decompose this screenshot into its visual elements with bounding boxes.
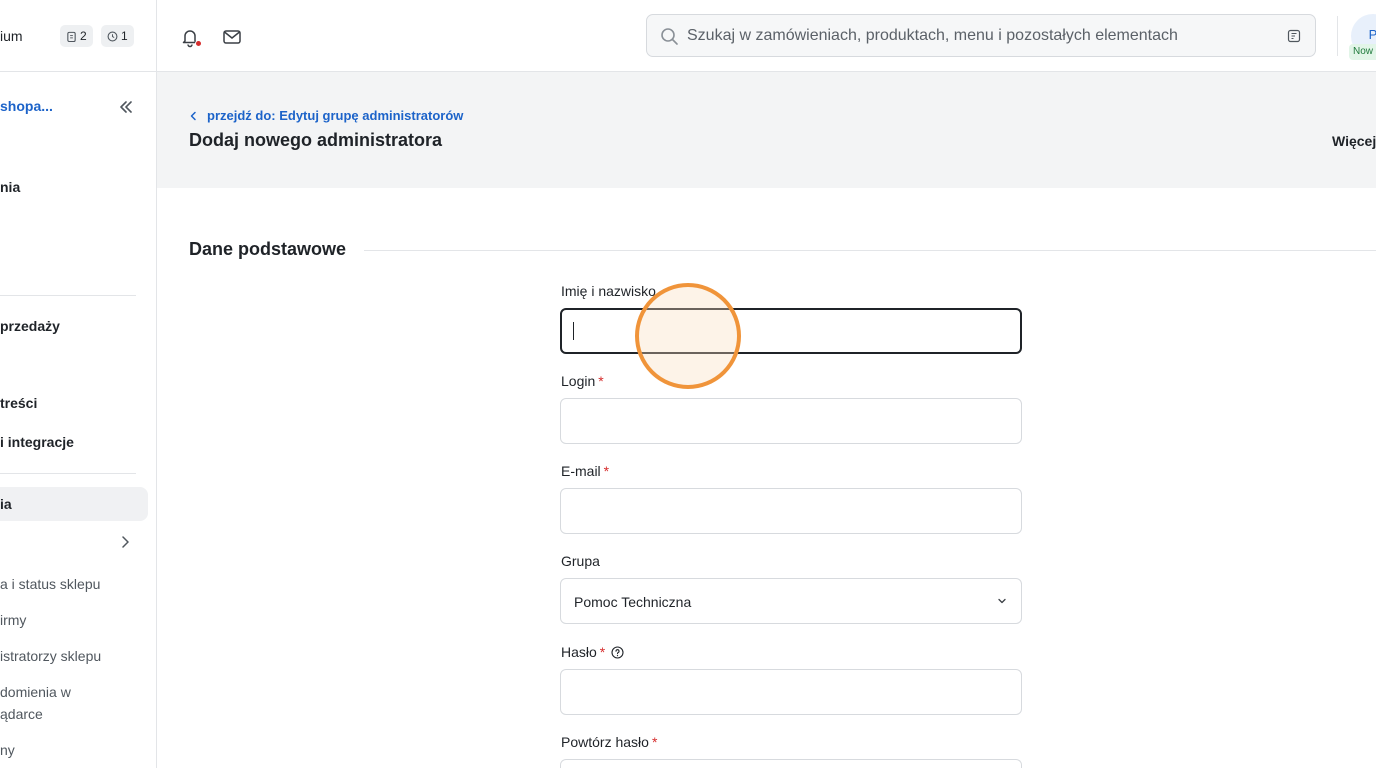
login-label-text: Login: [561, 373, 596, 389]
sidebar-item-3[interactable]: treści: [0, 395, 37, 411]
sidebar-subitem-company[interactable]: irmy: [0, 609, 26, 631]
pending-badge[interactable]: 1: [101, 25, 134, 47]
sidebar-subitem-administrators[interactable]: istratorzy sklepu: [0, 645, 101, 667]
chevron-right-icon[interactable]: [119, 535, 131, 549]
sidebar-subitem-last[interactable]: ny: [0, 739, 15, 761]
password-label-text: Hasło: [561, 644, 597, 660]
required-mark: *: [599, 644, 606, 660]
sidebar-item-2[interactable]: przedaży: [0, 318, 60, 334]
clipboard-icon: [67, 31, 76, 42]
search-icon: [661, 28, 678, 45]
keyboard-shortcut-icon: [1287, 29, 1301, 43]
password-input[interactable]: [561, 670, 1021, 714]
section-title: Dane podstawowe: [189, 239, 347, 259]
sidebar-subitem-notifications-cont[interactable]: ądarce: [0, 703, 43, 725]
sidebar: ium 2 1 shopa... nia przedaży treści i i…: [0, 0, 157, 768]
back-link[interactable]: przejdź do: Edytuj grupę administratorów: [189, 108, 463, 123]
email-field[interactable]: [560, 488, 1022, 534]
new-badge: Now: [1349, 44, 1376, 60]
page-header: przejdź do: Edytuj grupę administratorów…: [157, 72, 1376, 188]
tasks-count: 2: [80, 29, 87, 43]
sidebar-item-settings[interactable]: ia: [0, 496, 12, 512]
login-input[interactable]: [561, 399, 1021, 443]
login-field[interactable]: [560, 398, 1022, 444]
email-input[interactable]: [561, 489, 1021, 533]
sidebar-divider: [0, 295, 136, 296]
name-input[interactable]: [562, 310, 1020, 352]
shop-name-link[interactable]: shopa...: [0, 98, 53, 114]
repeat-password-label-text: Powtórz hasło: [561, 734, 649, 750]
password-label: Hasło *: [561, 644, 624, 660]
group-select[interactable]: Pomoc Techniczna: [560, 578, 1022, 624]
required-mark: *: [651, 734, 658, 750]
group-select-value: Pomoc Techniczna: [574, 594, 692, 610]
sidebar-header: ium 2 1: [0, 0, 156, 72]
email-label: E-mail *: [561, 463, 609, 479]
sidebar-item-4[interactable]: i integracje: [0, 434, 74, 450]
name-label-text: Imię i nazwisko: [561, 283, 656, 299]
repeat-password-field[interactable]: [560, 759, 1022, 768]
help-icon[interactable]: [611, 645, 624, 659]
topbar-divider: [1337, 16, 1338, 56]
tasks-badge[interactable]: 2: [60, 25, 93, 47]
required-mark: *: [598, 373, 604, 389]
section-divider: [364, 250, 1376, 251]
text-caret: [573, 322, 574, 340]
plan-label: ium: [0, 28, 23, 44]
pending-count: 1: [121, 29, 128, 43]
mail-icon[interactable]: [221, 26, 243, 48]
back-link-label: przejdź do: Edytuj grupę administratorów: [207, 108, 464, 123]
group-label: Grupa: [561, 553, 600, 569]
sidebar-active-highlight: [0, 487, 148, 521]
sidebar-divider: [0, 473, 136, 474]
group-label-text: Grupa: [561, 553, 600, 569]
sidebar-subitem-store-status[interactable]: a i status sklepu: [0, 573, 100, 595]
more-button[interactable]: Więcej: [1332, 133, 1376, 149]
chevron-down-icon: [998, 598, 1006, 604]
chevron-left-icon: [190, 111, 196, 120]
page-title: Dodaj nowego administratora: [189, 130, 443, 150]
name-label: Imię i nazwisko: [561, 283, 656, 299]
password-field[interactable]: [560, 669, 1022, 715]
name-field[interactable]: [560, 308, 1022, 354]
collapse-sidebar-icon[interactable]: [117, 98, 135, 116]
top-bar: P Now: [157, 0, 1376, 72]
notification-dot: [195, 40, 202, 47]
sidebar-item-1[interactable]: nia: [0, 179, 20, 195]
sidebar-subitem-notifications[interactable]: domienia w: [0, 681, 71, 703]
login-label: Login *: [561, 373, 604, 389]
clock-icon: [107, 31, 118, 41]
email-label-text: E-mail: [561, 463, 601, 479]
search-input[interactable]: [687, 15, 1267, 56]
required-mark: *: [603, 463, 610, 479]
global-search[interactable]: [646, 14, 1316, 57]
repeat-password-label: Powtórz hasło *: [561, 734, 657, 750]
